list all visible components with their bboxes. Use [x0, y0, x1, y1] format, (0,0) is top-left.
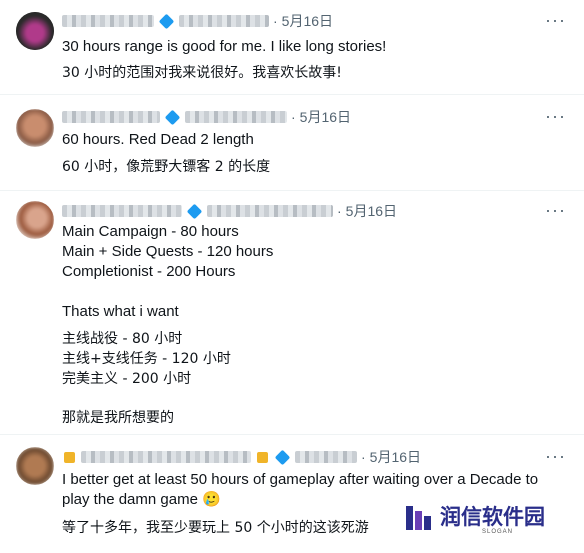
tweet-2[interactable]: · 5月16日 ··· 60 hours. Red Dead 2 length … — [0, 95, 584, 191]
verified-badge-icon — [158, 13, 175, 29]
blurred-display-name[interactable] — [62, 205, 182, 217]
more-options-icon[interactable]: ··· — [545, 446, 566, 467]
tweet-date[interactable]: 5月16日 — [370, 447, 421, 467]
verified-badge-icon — [274, 449, 291, 465]
watermark-logo: 润信软件园 SLOGAN — [404, 499, 564, 539]
tweet-translation-line: 主线战役 - 80 小时 — [62, 331, 183, 347]
separator-dot: · — [291, 109, 296, 125]
logo-icon — [406, 506, 431, 530]
tweet-text-line: 60 hours. Red Dead 2 length — [62, 131, 254, 148]
verified-badge-icon — [186, 203, 203, 219]
tweet-text-line: I better get at least 50 hours of gamepl… — [62, 471, 539, 488]
tweet-text-line: Thats what i want — [62, 303, 179, 320]
tweet-translation-line: 30 小时的范围对我来说很好。我喜欢长故事! — [62, 65, 342, 81]
blurred-handle[interactable] — [295, 451, 357, 463]
tweet-text-line: Completionist - 200 Hours — [62, 263, 236, 280]
tweet-translation-line: 主线+支线任务 - 120 小时 — [62, 351, 231, 367]
tweet-translation-line: 完美主义 - 200 小时 — [62, 371, 192, 387]
separator-dot: · — [337, 203, 342, 219]
blurred-display-name[interactable] — [62, 15, 154, 27]
avatar[interactable] — [16, 12, 54, 50]
more-options-icon[interactable]: ··· — [545, 106, 566, 127]
verified-badge-icon — [164, 109, 181, 125]
blurred-handle[interactable] — [179, 15, 269, 27]
tweet-date[interactable]: 5月16日 — [346, 201, 397, 221]
badge-icon — [64, 451, 75, 463]
tweet-translation-line: 那就是我所想要的 — [62, 410, 174, 426]
blurred-handle[interactable] — [207, 205, 333, 217]
tweet-text-line: Main + Side Quests - 120 hours — [62, 243, 274, 260]
badge-icon — [257, 451, 268, 463]
tweet-date[interactable]: 5月16日 — [300, 107, 351, 127]
blurred-handle[interactable] — [185, 111, 287, 123]
tweet-translation-line: 等了十多年，我至少要玩上 50 个小时的这该死游 — [62, 520, 369, 536]
more-options-icon[interactable]: ··· — [545, 10, 566, 31]
avatar[interactable] — [16, 447, 54, 485]
blurred-display-name[interactable] — [81, 451, 251, 463]
tweet-header: · 5月16日 — [62, 106, 351, 128]
tweet-text-line: 30 hours range is good for me. I like lo… — [62, 38, 387, 55]
blurred-display-name[interactable] — [62, 111, 160, 123]
tweet-text-line: Main Campaign - 80 hours — [62, 223, 239, 240]
tweet-header: · 5月16日 — [62, 446, 421, 468]
tweet-1[interactable]: · 5月16日 ··· 30 hours range is good for m… — [0, 0, 584, 95]
tweet-header: · 5月16日 — [62, 10, 333, 32]
tweet-header: · 5月16日 — [62, 200, 397, 222]
tweet-text-line: play the damn game 🥲 — [62, 491, 221, 508]
avatar[interactable] — [16, 109, 54, 147]
avatar[interactable] — [16, 201, 54, 239]
watermark-name: 润信软件园 — [440, 505, 545, 529]
more-options-icon[interactable]: ··· — [545, 200, 566, 221]
watermark-slogan: SLOGAN — [482, 529, 514, 535]
tweet-date[interactable]: 5月16日 — [282, 11, 333, 31]
tweet-translation-line: 60 小时，像荒野大镖客 2 的长度 — [62, 159, 271, 175]
separator-dot: · — [273, 13, 278, 29]
tweet-3[interactable]: · 5月16日 ··· Main Campaign - 80 hours Mai… — [0, 191, 584, 435]
separator-dot: · — [361, 449, 366, 465]
